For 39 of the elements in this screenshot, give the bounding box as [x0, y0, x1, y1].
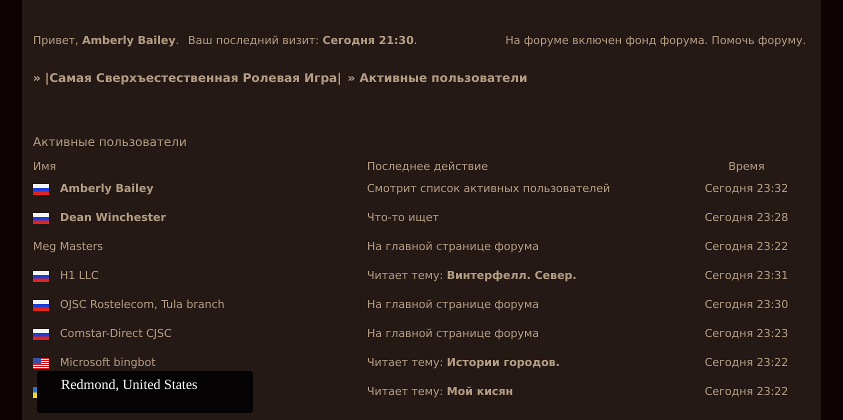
last-action-text: Читает тему: Винтерфелл. Север. — [367, 268, 577, 284]
column-header: Имя — [33, 158, 56, 174]
section-title: Активные пользователи — [33, 134, 187, 150]
greeting-text: Привет, Amberly Bailey. — [33, 33, 180, 49]
visit-time: Сегодня 23:32 — [704, 181, 788, 198]
visit-time: Сегодня 23:31 — [704, 268, 788, 284]
user-name-link[interactable]: OJSC Rostelecom, Tula branch — [60, 297, 225, 314]
user-name-link[interactable]: Amberly Bailey — [60, 181, 154, 198]
visit-time: Сегодня 23:30 — [704, 297, 788, 314]
user-name-link[interactable]: Dean Winchester — [60, 210, 166, 227]
column-header: Время — [728, 158, 765, 174]
breadcrumb-link[interactable]: » Активные пользователи — [348, 68, 528, 86]
visit-time: Сегодня 23:23 — [704, 326, 788, 342]
flag-icon — [33, 271, 49, 282]
flag-icon — [33, 184, 49, 195]
user-name-link[interactable]: Microsoft bingbot — [60, 355, 156, 372]
user-name-link[interactable]: Comstar-Direct CJSC — [60, 326, 172, 343]
column-header: Последнее действие — [367, 158, 488, 174]
last-action-text: Что-то ищет — [367, 210, 439, 226]
last-action-text: На главной странице форума — [367, 239, 540, 256]
fund-notice: На форуме включен фонд форума. Помочь форуму. — [505, 33, 806, 49]
visit-time: Сегодня 23:22 — [704, 384, 788, 400]
last-action-text: На главной странице форума — [367, 297, 540, 314]
flag-icon — [33, 358, 49, 369]
visit-time: Сегодня 23:22 — [704, 355, 788, 372]
last-action-text: На главной странице форума — [367, 326, 540, 342]
flag-icon — [33, 300, 49, 311]
last-action-text: Читает тему: Мой кисян — [367, 384, 514, 400]
user-name-link[interactable]: H1 LLC — [60, 268, 99, 285]
last-action-text: Читает тему: Истории городов. — [367, 355, 560, 372]
visit-time: Сегодня 23:22 — [704, 239, 788, 256]
visit-time: Сегодня 23:28 — [704, 210, 788, 226]
breadcrumb-link[interactable]: » |Самая Сверхъестественная Ролевая Игра| — [33, 68, 342, 86]
flag-icon — [33, 213, 49, 224]
last-action-text: Смотрит список активных пользователей — [367, 181, 610, 198]
user-name-link[interactable]: Meg Masters — [33, 239, 104, 256]
flag-icon — [33, 329, 49, 340]
location-tooltip: Redmond, United States — [37, 371, 253, 413]
last-visit-text: Ваш последний визит: Сегодня 21:30. — [188, 33, 418, 49]
